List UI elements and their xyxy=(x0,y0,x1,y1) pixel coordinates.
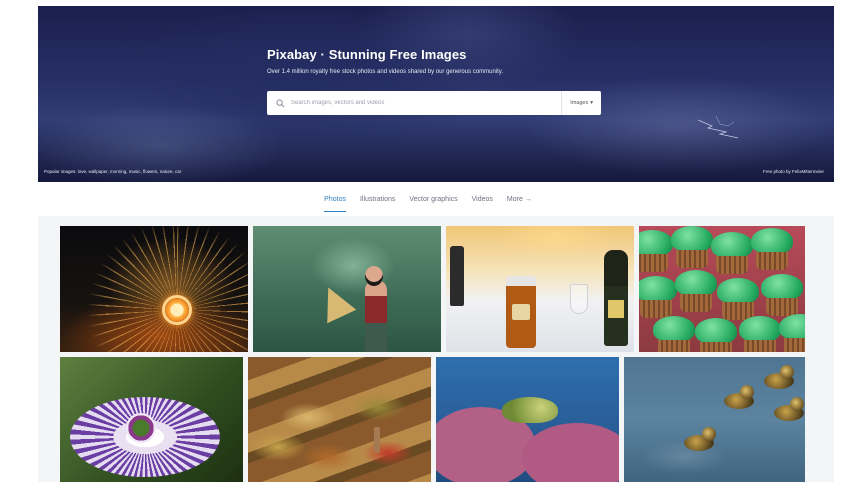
cupcake xyxy=(739,316,781,352)
woman-head xyxy=(365,266,383,286)
chevron-down-icon: ▾ xyxy=(590,100,593,106)
photo-bottles-table[interactable] xyxy=(446,226,634,352)
tab-videos[interactable]: Videos xyxy=(472,196,493,212)
photo-ducklings[interactable] xyxy=(624,357,805,482)
photo-woman-in-water[interactable] xyxy=(253,226,441,352)
bottle-dark xyxy=(450,246,464,306)
wine-bottle xyxy=(604,250,628,346)
spark-rays xyxy=(60,226,248,352)
hero-banner: Pixabay · Stunning Free Images Over 1.4 … xyxy=(38,6,834,182)
cupcake xyxy=(695,318,737,352)
cupcake xyxy=(779,314,805,352)
cupcake xyxy=(751,228,793,270)
image-gallery xyxy=(38,216,834,482)
tab-illustrations[interactable]: Illustrations xyxy=(360,196,395,212)
tab-vector-graphics[interactable]: Vector graphics xyxy=(409,196,457,212)
pixabay-page: Pixabay · Stunning Free Images Over 1.4 … xyxy=(0,0,856,482)
photo-frog-lily-pads[interactable] xyxy=(436,357,619,482)
wine-glass xyxy=(570,284,588,314)
photo-green-cupcakes[interactable] xyxy=(639,226,805,352)
fire-ring xyxy=(162,295,192,325)
media-type-tabs: Photos Illustrations Vector graphics Vid… xyxy=(0,196,856,212)
tab-more[interactable]: More → xyxy=(507,196,532,212)
search-type-dropdown[interactable]: Images ▾ xyxy=(561,91,601,115)
whisky-bottle xyxy=(506,276,536,348)
hero-subtitle: Over 1.4 million royalty free stock phot… xyxy=(267,69,504,75)
frog xyxy=(502,397,558,423)
photo-steel-wool-fire[interactable] xyxy=(60,226,248,352)
flower-center xyxy=(126,413,156,443)
cupcake xyxy=(639,276,677,318)
photo-spice-market[interactable] xyxy=(248,357,431,482)
search-bar: Images ▾ xyxy=(267,91,601,115)
photo-credit[interactable]: Free photo by FelixMittermeier xyxy=(763,169,824,174)
photo-passion-flower[interactable] xyxy=(60,357,243,482)
cupcake xyxy=(761,274,803,316)
popular-searches[interactable]: Popular images: love, wallpaper, morning… xyxy=(44,169,181,174)
cupcake xyxy=(717,278,759,320)
woman-figure xyxy=(365,280,387,352)
cupcake xyxy=(671,226,713,268)
lightning-decoration xyxy=(698,116,739,139)
cupcake xyxy=(639,230,673,272)
spice-scoop xyxy=(374,427,380,453)
search-input[interactable] xyxy=(287,91,562,115)
hero-title: Pixabay · Stunning Free Images xyxy=(267,47,467,62)
tab-photos[interactable]: Photos xyxy=(324,196,346,212)
cupcake xyxy=(653,316,695,352)
lily-pad xyxy=(522,423,619,482)
conical-hat xyxy=(313,280,357,324)
cupcake xyxy=(675,270,717,312)
cupcake xyxy=(711,232,753,274)
search-type-label: Images xyxy=(570,100,589,106)
search-icon[interactable] xyxy=(273,96,287,110)
